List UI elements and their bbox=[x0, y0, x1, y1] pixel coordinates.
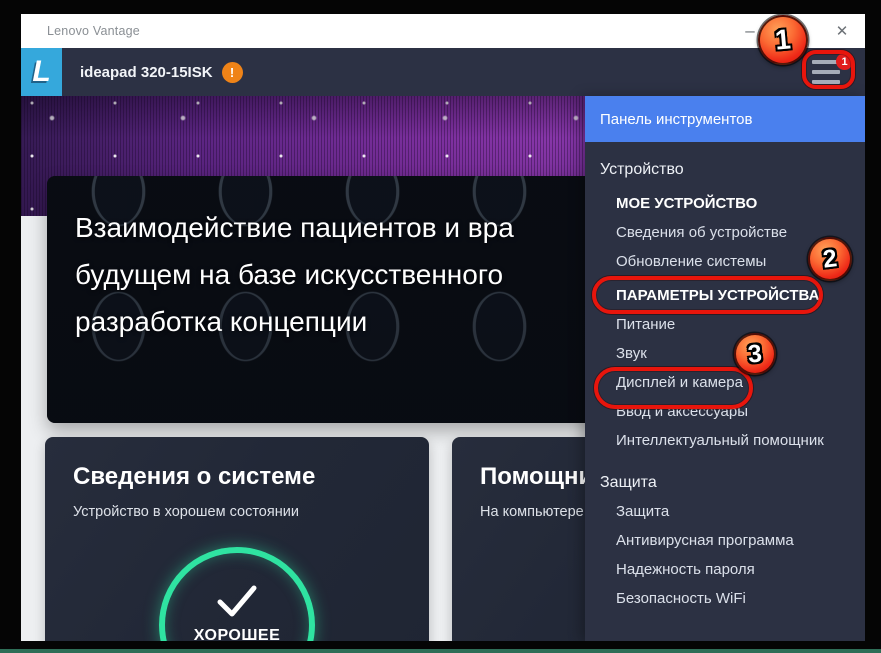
health-status-label: ХОРОШЕЕ bbox=[193, 627, 281, 641]
health-status-ring: ХОРОШЕЕ bbox=[159, 547, 315, 641]
checkmark-icon bbox=[217, 585, 257, 617]
annotation-box-hamburger bbox=[802, 50, 855, 89]
menu-item-защита[interactable]: Защита bbox=[585, 497, 865, 526]
system-card-title: Сведения о системе bbox=[73, 463, 316, 490]
system-info-card[interactable]: Сведения о системе Устройство в хорошем … bbox=[45, 437, 429, 641]
menu-item-звук[interactable]: Звук bbox=[585, 339, 865, 368]
annotation-box-device-settings bbox=[592, 276, 823, 314]
annotation-step-2: 2 bbox=[808, 237, 852, 281]
menu-item-панель-инструментов[interactable]: Панель инструментов bbox=[585, 96, 865, 142]
menu-item-устройство: Устройство bbox=[600, 161, 684, 178]
annotation-step-1-number: 1 bbox=[773, 23, 793, 56]
menu-item-мое-устройство[interactable]: МОЕ УСТРОЙСТВО bbox=[585, 189, 865, 218]
close-button[interactable]: ✕ bbox=[822, 14, 862, 48]
menu-item-интеллектуальный-помощник[interactable]: Интеллектуальный помощник bbox=[585, 426, 865, 455]
screenshot-stage: Lenovo Vantage – ✕ L ideapad 320-15ISK !… bbox=[0, 0, 881, 653]
menu-item-надежность-пароля[interactable]: Надежность пароля bbox=[585, 555, 865, 584]
window-titlebar: Lenovo Vantage – ✕ bbox=[21, 14, 865, 48]
annotation-box-display-camera bbox=[594, 367, 753, 409]
system-card-subtitle: Устройство в хорошем состоянии bbox=[73, 504, 299, 520]
lenovo-logo-letter: L bbox=[32, 55, 51, 88]
annotation-step-3: 3 bbox=[734, 333, 776, 375]
annotation-step-3-number: 3 bbox=[746, 338, 764, 369]
menu-item-питание[interactable]: Питание bbox=[585, 310, 865, 339]
annotation-step-1: 1 bbox=[758, 15, 808, 65]
menu-item-защита: Защита bbox=[600, 474, 657, 491]
nav-menu-list: Панель инструментов Устройство МОЕ УСТРОЙС… bbox=[585, 96, 865, 613]
lenovo-vantage-window: Lenovo Vantage – ✕ L ideapad 320-15ISK !… bbox=[21, 14, 865, 641]
lenovo-logo[interactable]: L bbox=[21, 48, 62, 96]
menu-item-безопасность-wifi[interactable]: Безопасность WiFi bbox=[585, 584, 865, 613]
warning-icon[interactable]: ! bbox=[221, 61, 243, 83]
window-title: Lenovo Vantage bbox=[47, 24, 140, 38]
device-name: ideapad 320-15ISK bbox=[80, 63, 213, 81]
desktop-edge-bottom bbox=[0, 649, 881, 653]
menu-item-антивирусная-программа[interactable]: Антивирусная программа bbox=[585, 526, 865, 555]
app-header: L ideapad 320-15ISK ! 1 bbox=[21, 48, 865, 96]
annotation-step-2-number: 2 bbox=[821, 243, 839, 274]
